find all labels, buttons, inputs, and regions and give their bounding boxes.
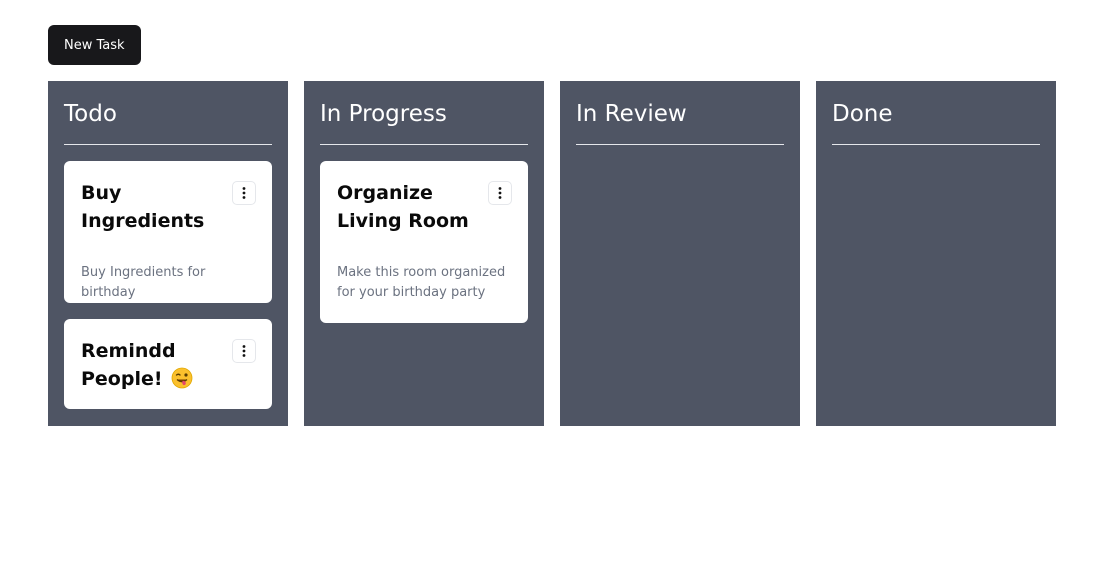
card-title-text: Remindd People! [81, 340, 176, 390]
card-header: Remindd People! [81, 337, 256, 393]
column-header: Todo [64, 81, 272, 145]
column-in-progress: In Progress Organize Living Room Make th… [304, 81, 544, 426]
card-list: Organize Living Room Make this room orga… [320, 145, 528, 323]
column-title: Done [832, 100, 893, 127]
winking-tongue-emoji-icon [171, 367, 193, 389]
card-header: Organize Living Room [337, 179, 512, 235]
column-title: In Review [576, 100, 687, 127]
card-title: Buy Ingredients [81, 182, 205, 232]
column-title: Todo [64, 100, 117, 127]
column-todo: Todo Buy Ingredients Buy Ingredients for… [48, 81, 288, 426]
card-description: Make this room organized for your birthd… [337, 265, 506, 300]
kanban-board: Todo Buy Ingredients Buy Ingredients for… [48, 81, 1056, 426]
column-in-review: In Review [560, 81, 800, 426]
toolbar: New Task [48, 25, 141, 65]
column-done: Done [816, 81, 1056, 426]
card-header: Buy Ingredients [81, 179, 256, 235]
card-title: Remindd People! [81, 337, 209, 393]
more-vertical-icon[interactable] [488, 181, 512, 205]
more-vertical-icon[interactable] [232, 181, 256, 205]
card-title: Organize Living Room [337, 182, 469, 232]
column-header: Done [832, 81, 1040, 145]
column-header: In Review [576, 81, 784, 145]
task-card[interactable]: Organize Living Room Make this room orga… [320, 161, 528, 323]
task-card[interactable]: Buy Ingredients Buy Ingredients for birt… [64, 161, 272, 303]
card-description: Buy Ingredients for birthday [81, 265, 206, 300]
column-header: In Progress [320, 81, 528, 145]
task-card[interactable]: Remindd People! [64, 319, 272, 409]
card-list: Buy Ingredients Buy Ingredients for birt… [64, 145, 272, 409]
column-title: In Progress [320, 100, 447, 127]
more-vertical-icon[interactable] [232, 339, 256, 363]
new-task-button[interactable]: New Task [48, 25, 141, 65]
